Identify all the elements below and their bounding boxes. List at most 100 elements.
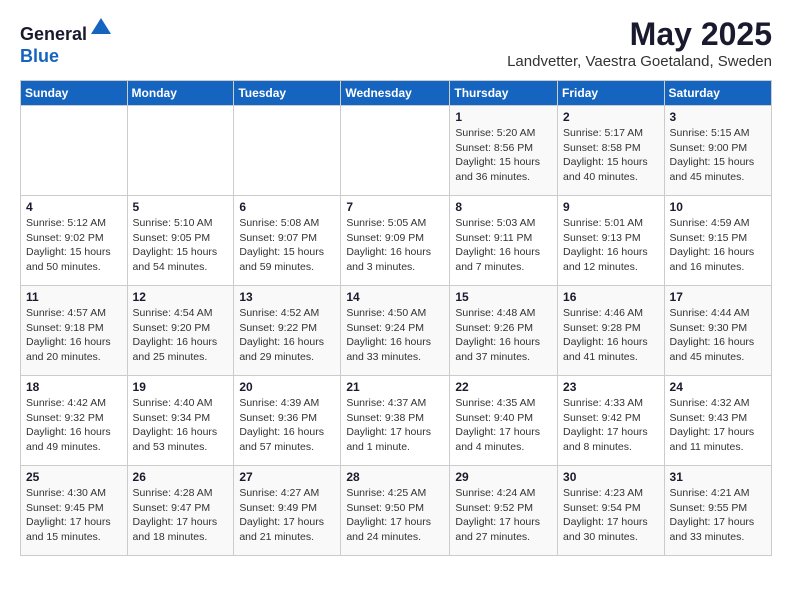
calendar-cell: 29Sunrise: 4:24 AM Sunset: 9:52 PM Dayli…	[450, 466, 558, 556]
calendar-cell: 12 Sunrise: 4:54 AM Sunset: 9:20 PM Dayli…	[127, 286, 234, 376]
calendar-cell: 10 Sunrise: 4:59 AM Sunset: 9:15 PM Dayli…	[664, 196, 771, 286]
week-row-4: 18 Sunrise: 4:42 AM Sunset: 9:32 PM Dayli…	[21, 376, 772, 466]
logo-blue: Blue	[20, 46, 59, 66]
calendar-cell: 11Sunrise: 4:57 AM Sunset: 9:18 PM Dayli…	[21, 286, 128, 376]
day-info: Sunrise: 4:40 AM Sunset: 9:34 PM Dayligh…	[133, 396, 229, 455]
day-number: 19	[133, 380, 229, 394]
day-info: Sunrise: 5:20 AM Sunset: 8:56 PM Dayligh…	[455, 126, 552, 185]
day-number: 22	[455, 380, 552, 394]
calendar-cell: 9 Sunrise: 5:01 AM Sunset: 9:13 PM Daylig…	[558, 196, 665, 286]
calendar-title: May 2025	[507, 16, 772, 53]
day-number: 4	[26, 200, 122, 214]
day-info: Sunrise: 4:33 AM Sunset: 9:42 PM Dayligh…	[563, 396, 659, 455]
day-info: Sunrise: 4:24 AM Sunset: 9:52 PM Dayligh…	[455, 486, 552, 545]
logo: General Blue	[20, 16, 113, 67]
calendar-cell: 22 Sunrise: 4:35 AM Sunset: 9:40 PM Dayli…	[450, 376, 558, 466]
day-info: Sunrise: 5:10 AM Sunset: 9:05 PM Dayligh…	[133, 216, 229, 275]
week-row-2: 4 Sunrise: 5:12 AM Sunset: 9:02 PM Daylig…	[21, 196, 772, 286]
day-number: 9	[563, 200, 659, 214]
calendar-cell: 31 Sunrise: 4:21 AM Sunset: 9:55 PM Dayli…	[664, 466, 771, 556]
col-header-thursday: Thursday	[450, 81, 558, 106]
day-info: Sunrise: 4:21 AM Sunset: 9:55 PM Dayligh…	[670, 486, 766, 545]
day-info: Sunrise: 4:30 AM Sunset: 9:45 PM Dayligh…	[26, 486, 122, 545]
calendar-cell: 6Sunrise: 5:08 AM Sunset: 9:07 PM Daylig…	[234, 196, 341, 286]
day-info: Sunrise: 5:12 AM Sunset: 9:02 PM Dayligh…	[26, 216, 122, 275]
week-row-5: 25 Sunrise: 4:30 AM Sunset: 9:45 PM Dayli…	[21, 466, 772, 556]
calendar-cell: 13Sunrise: 4:52 AM Sunset: 9:22 PM Dayli…	[234, 286, 341, 376]
calendar-table: SundayMondayTuesdayWednesdayThursdayFrid…	[20, 80, 772, 556]
calendar-cell: 28 Sunrise: 4:25 AM Sunset: 9:50 PM Dayli…	[341, 466, 450, 556]
logo-icon	[89, 16, 113, 40]
day-number: 26	[133, 470, 229, 484]
day-info: Sunrise: 4:50 AM Sunset: 9:24 PM Dayligh…	[346, 306, 444, 365]
day-number: 20	[239, 380, 335, 394]
day-number: 18	[26, 380, 122, 394]
day-number: 17	[670, 290, 766, 304]
week-row-1: 1Sunrise: 5:20 AM Sunset: 8:56 PM Daylig…	[21, 106, 772, 196]
col-header-friday: Friday	[558, 81, 665, 106]
calendar-cell: 3Sunrise: 5:15 AM Sunset: 9:00 PM Daylig…	[664, 106, 771, 196]
day-number: 5	[133, 200, 229, 214]
logo-general: General	[20, 24, 87, 44]
day-number: 28	[346, 470, 444, 484]
calendar-cell: 4 Sunrise: 5:12 AM Sunset: 9:02 PM Daylig…	[21, 196, 128, 286]
calendar-cell: 26 Sunrise: 4:28 AM Sunset: 9:47 PM Dayli…	[127, 466, 234, 556]
day-number: 14	[346, 290, 444, 304]
day-info: Sunrise: 4:37 AM Sunset: 9:38 PM Dayligh…	[346, 396, 444, 455]
day-info: Sunrise: 4:59 AM Sunset: 9:15 PM Dayligh…	[670, 216, 766, 275]
day-info: Sunrise: 5:01 AM Sunset: 9:13 PM Dayligh…	[563, 216, 659, 275]
day-number: 13	[239, 290, 335, 304]
day-info: Sunrise: 4:48 AM Sunset: 9:26 PM Dayligh…	[455, 306, 552, 365]
day-info: Sunrise: 4:39 AM Sunset: 9:36 PM Dayligh…	[239, 396, 335, 455]
calendar-cell: 24 Sunrise: 4:32 AM Sunset: 9:43 PM Dayli…	[664, 376, 771, 466]
day-info: Sunrise: 4:23 AM Sunset: 9:54 PM Dayligh…	[563, 486, 659, 545]
calendar-cell: 20 Sunrise: 4:39 AM Sunset: 9:36 PM Dayli…	[234, 376, 341, 466]
page-header: General Blue May 2025 Landvetter, Vaestr…	[20, 16, 772, 70]
day-info: Sunrise: 5:08 AM Sunset: 9:07 PM Dayligh…	[239, 216, 335, 275]
day-number: 2	[563, 110, 659, 124]
day-number: 24	[670, 380, 766, 394]
day-number: 21	[346, 380, 444, 394]
header-row: SundayMondayTuesdayWednesdayThursdayFrid…	[21, 81, 772, 106]
day-number: 8	[455, 200, 552, 214]
day-info: Sunrise: 4:54 AM Sunset: 9:20 PM Dayligh…	[133, 306, 229, 365]
calendar-cell: 8 Sunrise: 5:03 AM Sunset: 9:11 PM Daylig…	[450, 196, 558, 286]
calendar-cell: 15 Sunrise: 4:48 AM Sunset: 9:26 PM Dayli…	[450, 286, 558, 376]
day-number: 27	[239, 470, 335, 484]
day-number: 31	[670, 470, 766, 484]
day-number: 25	[26, 470, 122, 484]
col-header-saturday: Saturday	[664, 81, 771, 106]
day-info: Sunrise: 4:35 AM Sunset: 9:40 PM Dayligh…	[455, 396, 552, 455]
day-info: Sunrise: 4:25 AM Sunset: 9:50 PM Dayligh…	[346, 486, 444, 545]
calendar-cell: 7Sunrise: 5:05 AM Sunset: 9:09 PM Daylig…	[341, 196, 450, 286]
day-number: 12	[133, 290, 229, 304]
week-row-3: 11Sunrise: 4:57 AM Sunset: 9:18 PM Dayli…	[21, 286, 772, 376]
calendar-cell: 1Sunrise: 5:20 AM Sunset: 8:56 PM Daylig…	[450, 106, 558, 196]
day-info: Sunrise: 5:15 AM Sunset: 9:00 PM Dayligh…	[670, 126, 766, 185]
day-number: 30	[563, 470, 659, 484]
day-number: 15	[455, 290, 552, 304]
calendar-cell: 21 Sunrise: 4:37 AM Sunset: 9:38 PM Dayli…	[341, 376, 450, 466]
calendar-cell	[234, 106, 341, 196]
day-info: Sunrise: 4:32 AM Sunset: 9:43 PM Dayligh…	[670, 396, 766, 455]
calendar-cell: 2Sunrise: 5:17 AM Sunset: 8:58 PM Daylig…	[558, 106, 665, 196]
day-info: Sunrise: 4:46 AM Sunset: 9:28 PM Dayligh…	[563, 306, 659, 365]
day-number: 16	[563, 290, 659, 304]
calendar-cell: 30 Sunrise: 4:23 AM Sunset: 9:54 PM Dayli…	[558, 466, 665, 556]
col-header-sunday: Sunday	[21, 81, 128, 106]
calendar-subtitle: Landvetter, Vaestra Goetaland, Sweden	[507, 53, 772, 70]
day-info: Sunrise: 4:42 AM Sunset: 9:32 PM Dayligh…	[26, 396, 122, 455]
calendar-cell: 19 Sunrise: 4:40 AM Sunset: 9:34 PM Dayli…	[127, 376, 234, 466]
day-info: Sunrise: 4:28 AM Sunset: 9:47 PM Dayligh…	[133, 486, 229, 545]
calendar-cell	[21, 106, 128, 196]
calendar-cell: 5 Sunrise: 5:10 AM Sunset: 9:05 PM Daylig…	[127, 196, 234, 286]
day-info: Sunrise: 4:57 AM Sunset: 9:18 PM Dayligh…	[26, 306, 122, 365]
calendar-cell: 25 Sunrise: 4:30 AM Sunset: 9:45 PM Dayli…	[21, 466, 128, 556]
day-info: Sunrise: 4:27 AM Sunset: 9:49 PM Dayligh…	[239, 486, 335, 545]
col-header-tuesday: Tuesday	[234, 81, 341, 106]
day-info: Sunrise: 5:03 AM Sunset: 9:11 PM Dayligh…	[455, 216, 552, 275]
calendar-cell: 16 Sunrise: 4:46 AM Sunset: 9:28 PM Dayli…	[558, 286, 665, 376]
calendar-cell: 23Sunrise: 4:33 AM Sunset: 9:42 PM Dayli…	[558, 376, 665, 466]
day-number: 7	[346, 200, 444, 214]
day-number: 10	[670, 200, 766, 214]
